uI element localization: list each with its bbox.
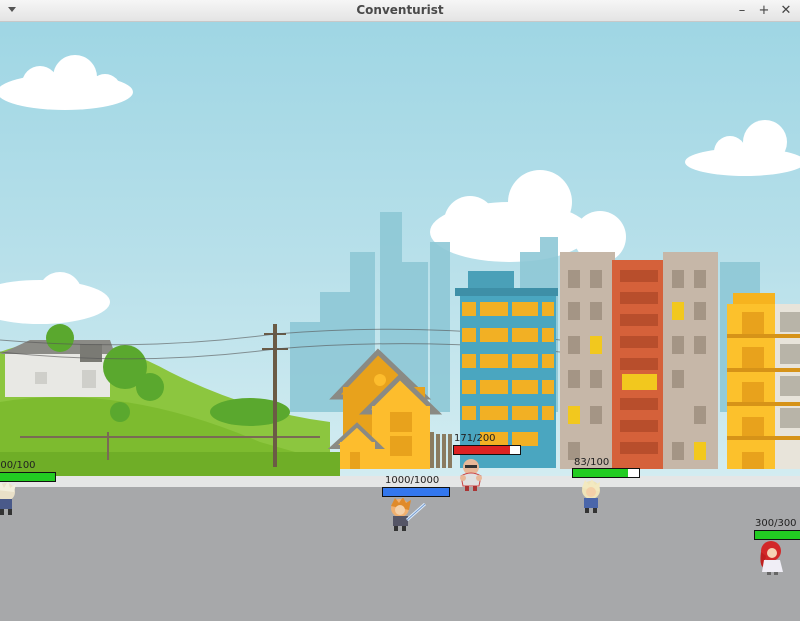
hp-bar-bald-brawler <box>453 445 521 455</box>
orange-building <box>727 293 800 469</box>
bald-brawler-sprite[interactable] <box>456 458 486 492</box>
hp-bar-blonde-fighter <box>572 468 640 478</box>
game-scene[interactable]: 100/100 171/200 1000/1000 83/100 300/300 <box>0 22 800 621</box>
window-titlebar: Conventurist – + ✕ <box>0 0 800 22</box>
hp-label-hero-swordsman: 1000/1000 <box>385 475 440 486</box>
hp-fill <box>755 531 800 539</box>
hp-label-ally-left: 100/100 <box>0 460 36 471</box>
hp-bar-red-haired-girl <box>754 530 800 540</box>
maximize-button[interactable]: + <box>755 2 773 20</box>
hp-fill <box>383 488 449 496</box>
hp-bar-ally-left <box>0 472 56 482</box>
blonde-fighter-sprite[interactable] <box>576 480 606 514</box>
red-haired-girl-sprite[interactable] <box>758 540 786 576</box>
window-title: Conventurist <box>356 3 444 17</box>
hp-fill <box>454 446 511 454</box>
apartment-blocks <box>560 252 718 469</box>
hp-label-red-haired-girl: 300/300 <box>755 518 797 529</box>
minimize-button[interactable]: – <box>733 2 751 20</box>
hp-fill <box>573 469 628 477</box>
hp-label-bald-brawler: 171/200 <box>454 433 496 444</box>
ally-left-sprite[interactable] <box>0 482 20 516</box>
close-button[interactable]: ✕ <box>777 2 795 20</box>
hero-swordsman-sprite[interactable] <box>387 498 429 532</box>
hp-bar-hero-swordsman <box>382 487 450 497</box>
hp-fill <box>0 473 55 481</box>
hp-label-blonde-fighter: 83/100 <box>574 457 610 468</box>
